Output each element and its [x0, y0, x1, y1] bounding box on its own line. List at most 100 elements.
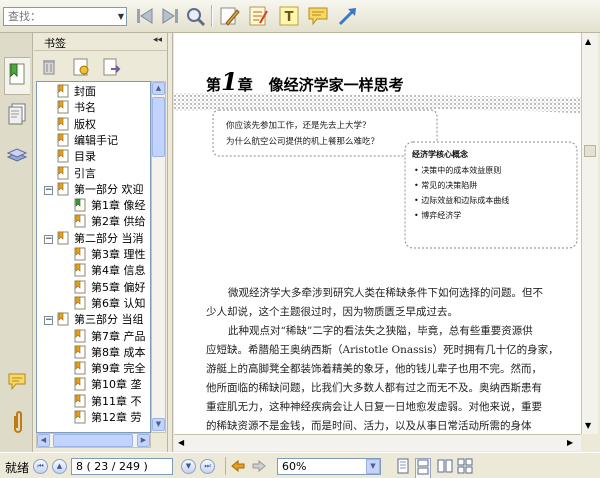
bookmark-item[interactable]: 第三部分 当组: [57, 312, 144, 328]
pages-thumbnail-icon[interactable]: [6, 102, 28, 129]
bookmark-icon: [57, 312, 70, 326]
bookmark-item[interactable]: 第二部分 当消: [57, 231, 144, 247]
bookmark-item[interactable]: 第7章 产品: [74, 329, 146, 345]
bookmark-icon: [57, 117, 70, 131]
forward-icon[interactable]: [158, 4, 182, 28]
bookmark-label: 第三部分 当组: [74, 313, 144, 327]
history-back-icon[interactable]: [230, 458, 246, 477]
bookmark-item[interactable]: 第4章 信息: [74, 263, 146, 279]
zoom-dropdown-icon[interactable]: ▼: [366, 459, 380, 474]
bookmark-properties-icon[interactable]: [102, 57, 122, 80]
document-vertical-scrollbar[interactable]: ▲ ▼: [581, 33, 598, 434]
facing-view-icon[interactable]: [437, 458, 453, 477]
paragraph-2-line-5: 重症肌无力，这种神经疾病会让人日复一日地愈发虚弱。对他来说，重要: [206, 401, 542, 413]
find-icon[interactable]: [183, 4, 207, 28]
scroll-up-icon[interactable]: ▲: [152, 82, 165, 95]
bookmark-icon: [74, 198, 87, 212]
comment-icon[interactable]: [306, 4, 330, 28]
page-number-input[interactable]: 8 ( 23 / 249 ): [71, 458, 173, 475]
bookmark-item[interactable]: 第11章 不: [74, 394, 142, 410]
back-icon[interactable]: [133, 4, 157, 28]
bookmark-icon: [74, 377, 87, 391]
question-1: 你应该先参加工作，还是先去上大学？: [226, 121, 371, 131]
bookmark-label: 引言: [74, 166, 96, 180]
bookmark-item[interactable]: 第12章 劳: [74, 410, 142, 426]
expand-collapse-toggle[interactable]: −: [44, 234, 53, 244]
scroll-left-icon[interactable]: ◀: [37, 434, 50, 447]
arrow-icon[interactable]: [336, 4, 360, 28]
last-page-icon[interactable]: ⏭: [200, 459, 215, 474]
previous-page-icon[interactable]: ▲: [52, 459, 67, 474]
doc-scroll-down-icon[interactable]: ▼: [585, 421, 591, 430]
scroll-down-icon[interactable]: ▼: [152, 418, 165, 431]
scroll-thumb[interactable]: [152, 97, 165, 157]
bookmark-vertical-scrollbar[interactable]: ▲ ▼: [151, 81, 166, 433]
bookmark-item[interactable]: 编辑手记: [57, 133, 118, 149]
bookmark-item[interactable]: 第10章 垄: [74, 377, 142, 393]
text-tool-icon[interactable]: T: [277, 4, 301, 28]
hscroll-thumb[interactable]: [53, 434, 133, 447]
delete-bookmark-icon[interactable]: [41, 58, 57, 79]
paragraph-2-line-1: 此种观点对“稀缺”二字的看法失之狭隘，毕竟，总有些重要资源供: [228, 325, 533, 337]
bookmark-label: 第7章 产品: [91, 329, 146, 343]
expand-collapse-toggle[interactable]: −: [44, 185, 53, 195]
bookmark-horizontal-scrollbar[interactable]: ◀ ▶: [36, 433, 151, 448]
bookmark-label: 第9章 完全: [91, 362, 146, 376]
search-dropdown-icon[interactable]: ▼: [116, 8, 126, 25]
continuous-view-icon[interactable]: [415, 458, 431, 478]
bookmarks-tab[interactable]: [4, 57, 30, 95]
scroll-corner: [581, 434, 598, 451]
status-bar: 就绪 ⏮ ▲ 8 ( 23 / 249 ) ▼ ⏭ 60% ▼: [0, 452, 600, 478]
document-view[interactable]: 第1章 像经济学家一样思考 你应该先参加工作，还是先去上大学？ 为什么航空公司提…: [174, 33, 581, 434]
bookmark-item[interactable]: 第9章 完全: [74, 361, 146, 377]
bookmark-item[interactable]: 封面: [57, 84, 96, 100]
panel-splitter[interactable]: [167, 33, 173, 452]
bookmark-item[interactable]: 第1章 像经: [74, 198, 146, 214]
single-page-view-icon[interactable]: [396, 458, 410, 477]
bookmark-icon: [74, 361, 87, 375]
bookmark-item[interactable]: 第6章 认知: [74, 296, 146, 312]
layers-icon[interactable]: [6, 145, 28, 168]
search-input[interactable]: 查找：: [3, 7, 127, 26]
doc-scroll-up-icon[interactable]: ▲: [585, 37, 591, 46]
next-page-icon[interactable]: ▼: [181, 459, 196, 474]
toolbar-separator: [211, 5, 212, 27]
bookmark-item[interactable]: 第2章 供给: [74, 214, 146, 230]
new-bookmark-icon[interactable]: [72, 57, 90, 80]
bookmark-label: 版权: [74, 117, 96, 131]
bookmark-label: 第1章 像经: [91, 199, 146, 213]
attachments-paperclip-icon[interactable]: [9, 410, 27, 439]
highlight-pen-icon[interactable]: [217, 4, 241, 28]
doc-scroll-left-icon[interactable]: ◀: [178, 438, 184, 447]
doc-scroll-right-icon[interactable]: ▶: [567, 438, 573, 447]
bookmark-label: 第12章 劳: [91, 411, 142, 424]
bookmark-item[interactable]: 第8章 成本: [74, 345, 146, 361]
core-item-4: • 博弈经济学: [414, 211, 462, 220]
bookmarks-panel-title: 书签: [44, 37, 66, 50]
bookmark-item[interactable]: 第5章 偏好: [74, 280, 146, 296]
bookmark-icon: [74, 345, 87, 359]
history-forward-icon[interactable]: [251, 458, 267, 477]
bookmark-item[interactable]: 第3章 理性: [74, 247, 146, 263]
bookmark-label: 第8章 成本: [91, 345, 146, 359]
core-item-1: • 决策中的成本效益原则: [414, 166, 502, 175]
comments-panel-icon[interactable]: [7, 372, 29, 397]
continuous-facing-view-icon[interactable]: [457, 458, 473, 477]
bookmark-item[interactable]: 版权: [57, 117, 96, 133]
bookmark-icon: [74, 410, 87, 424]
collapse-panel-icon[interactable]: ◂◂: [153, 35, 162, 45]
bookmark-icon: [74, 394, 87, 408]
expand-collapse-toggle[interactable]: −: [44, 316, 53, 326]
bookmark-item[interactable]: 引言: [57, 166, 96, 182]
bookmark-item[interactable]: 书名: [57, 100, 96, 116]
document-horizontal-scrollbar[interactable]: ◀ ▶: [174, 434, 581, 451]
status-separator: [225, 457, 226, 475]
bookmark-item[interactable]: 目录: [57, 149, 96, 165]
bookmark-item[interactable]: 第一部分 欢迎: [57, 182, 144, 198]
bookmark-label: 编辑手记: [74, 133, 118, 147]
scroll-right-icon[interactable]: ▶: [137, 434, 150, 447]
note-pad-icon[interactable]: [246, 4, 270, 28]
first-page-icon[interactable]: ⏮: [33, 459, 48, 474]
doc-scroll-thumb[interactable]: [584, 145, 596, 157]
bookmark-icon: [57, 182, 70, 196]
